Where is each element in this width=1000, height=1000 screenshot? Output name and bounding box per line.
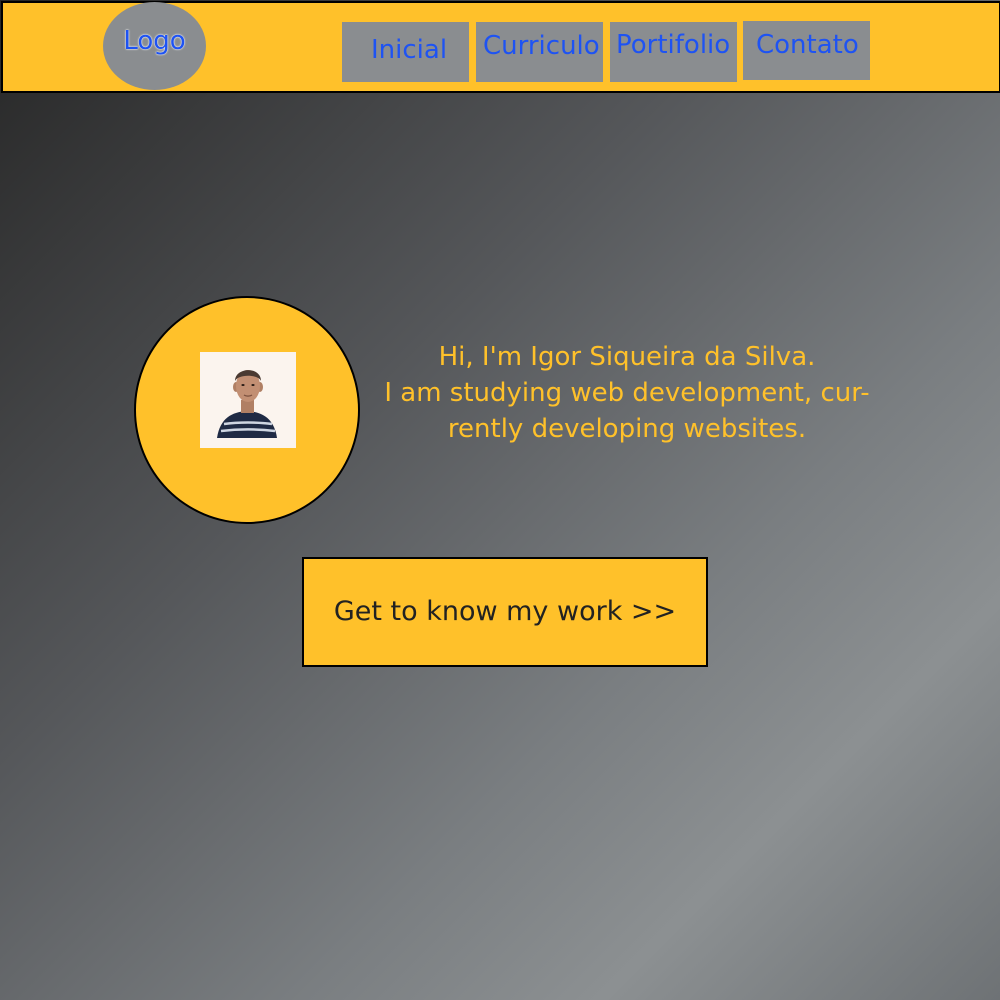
intro-line: rently developing websites. bbox=[447, 414, 807, 444]
logo[interactable]: Logo bbox=[103, 2, 206, 90]
intro-greeting: Hi, I'm Igor Siqueira da Silva. bbox=[438, 342, 816, 372]
nav-item-portifolio[interactable]: Portifolio bbox=[610, 22, 737, 82]
profile-photo bbox=[200, 352, 296, 448]
nav-item-label: Curriculo bbox=[483, 31, 600, 61]
nav-item-label: Inicial bbox=[371, 35, 448, 65]
nav-item-label: Contato bbox=[756, 30, 859, 60]
nav-item-inicial[interactable]: Inicial bbox=[342, 22, 469, 82]
nav-item-contato[interactable]: Contato bbox=[743, 21, 870, 80]
nav-item-curriculo[interactable]: Curriculo bbox=[476, 22, 603, 82]
know-my-work-button[interactable]: Get to know my work >> bbox=[302, 557, 708, 667]
intro-text: Hi, I'm Igor Siqueira da Silva. I am stu… bbox=[372, 339, 882, 447]
nav-item-label: Portifolio bbox=[616, 30, 731, 60]
intro-line: I am studying web development, cur- bbox=[384, 378, 870, 408]
